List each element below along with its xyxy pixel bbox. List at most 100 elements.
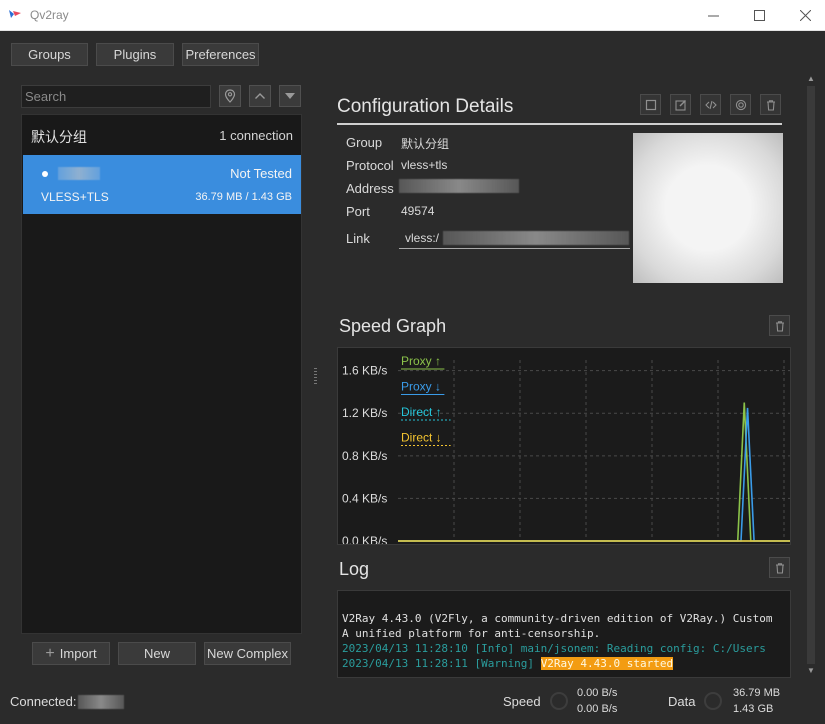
target-icon (735, 99, 746, 110)
group-connection-count: 1 connection (219, 128, 293, 143)
link-label: Link (346, 231, 370, 246)
plus-icon: + (45, 644, 55, 662)
trash-icon (766, 99, 775, 111)
config-details-title: Configuration Details (337, 96, 514, 117)
scrollbar-thumb[interactable] (807, 86, 815, 664)
maximize-icon (753, 10, 765, 21)
log-line: V2Ray 4.43.0 (V2Fly, a community-driven … (342, 612, 773, 625)
group-label: Group (346, 135, 383, 150)
plugins-button[interactable]: Plugins (96, 43, 174, 66)
legend-entry: Proxy ↑ (401, 354, 441, 368)
close-icon (799, 10, 811, 21)
connection-data-usage: 36.79 MB / 1.43 GB (195, 191, 292, 203)
new-complex-button[interactable]: New Complex (204, 642, 291, 665)
log-output[interactable]: V2Ray 4.43.0 (V2Fly, a community-driven … (337, 590, 791, 678)
search-input[interactable]: Search (21, 85, 211, 108)
groups-button[interactable]: Groups (11, 43, 88, 66)
connected-name-redacted (78, 695, 124, 709)
code-icon (704, 100, 717, 109)
connected-indicator-icon (42, 171, 48, 177)
delete-button[interactable] (760, 94, 781, 115)
port-label: Port (346, 204, 370, 219)
y-tick-label: 0.0 KB/s (342, 534, 387, 544)
edit-icon (674, 99, 686, 111)
speed-icon (550, 692, 568, 710)
minimize-button[interactable] (690, 0, 736, 31)
stop-icon (645, 99, 656, 110)
speed-chart-svg: 1.6 KB/s 1.2 KB/s 0.8 KB/s 0.4 KB/s 0.0 KB/s… (342, 354, 790, 548)
log-highlight: V2Ray 4.43.0 started (540, 657, 674, 670)
connection-item[interactable]: Not Tested VLESS+TLS 36.79 MB / 1.43 GB (23, 155, 301, 214)
connected-label: Connected: (10, 694, 77, 709)
clear-graph-button[interactable] (769, 315, 790, 336)
stop-button[interactable] (640, 94, 661, 115)
share-link-text: vless:/ (405, 231, 440, 245)
data-down-value: 1.43 GB (733, 703, 774, 715)
sort-up-button[interactable] (249, 85, 271, 107)
window-title: Qv2ray (30, 8, 69, 22)
speed-down-value: 0.00 B/s (577, 703, 618, 715)
address-label: Address (346, 181, 394, 196)
edit-button[interactable] (670, 94, 691, 115)
preferences-button[interactable]: Preferences (182, 43, 259, 66)
log-title: Log (339, 559, 370, 579)
speed-up-value: 0.00 B/s (577, 687, 618, 699)
speed-graph-chart: 1.6 KB/s 1.2 KB/s 0.8 KB/s 0.4 KB/s 0.0 KB/s… (337, 347, 791, 548)
series-line (398, 402, 790, 542)
legend-entry: Proxy ↓ (401, 380, 441, 394)
location-pin-icon (224, 89, 236, 103)
clear-log-button[interactable] (769, 557, 790, 578)
scroll-up-arrow-icon[interactable]: ▲ (806, 74, 816, 84)
import-button-label: Import (59, 646, 97, 661)
share-link-field[interactable]: vless:/ (399, 228, 630, 249)
log-line: A unified platform for anti-censorship. (342, 627, 601, 640)
data-icon (704, 692, 722, 710)
speed-graph-title: Speed Graph (339, 316, 447, 336)
connection-latency-status: Not Tested (230, 166, 292, 181)
qv2ray-logo-icon (9, 10, 21, 18)
chevron-down-icon (285, 93, 295, 99)
series-line (398, 407, 790, 542)
share-link-redacted (443, 231, 629, 245)
maximize-button[interactable] (736, 0, 782, 31)
title-bar: Qv2ray (0, 0, 825, 31)
trash-icon (775, 320, 784, 332)
minimize-icon (707, 15, 719, 17)
data-up-value: 36.79 MB (733, 687, 781, 699)
edit-json-button[interactable] (700, 94, 721, 115)
data-label: Data (668, 694, 696, 709)
title-underline (337, 123, 782, 125)
locate-button[interactable] (219, 85, 241, 107)
connection-name-redacted (58, 167, 100, 180)
address-value-redacted (399, 179, 519, 193)
connection-list[interactable]: 默认分组 1 connection Not Tested VLESS+TLS 3… (21, 114, 302, 634)
panel-splitter-handle[interactable] (314, 368, 317, 384)
close-button[interactable] (782, 0, 825, 31)
port-value: 49574 (401, 204, 435, 218)
protocol-label: Protocol (346, 158, 394, 173)
legend-entry: Direct ↑ (401, 405, 442, 419)
y-tick-label: 1.6 KB/s (342, 364, 387, 378)
y-tick-label: 0.4 KB/s (342, 491, 387, 505)
new-button[interactable]: New (118, 642, 196, 665)
chevron-up-icon (255, 93, 265, 99)
y-tick-label: 0.8 KB/s (342, 449, 387, 463)
scroll-down-arrow-icon[interactable]: ▼ (806, 666, 816, 676)
log-line-prefix: 2023/04/13 11:28:11 [Warning] (342, 657, 541, 670)
group-value: 默认分组 (401, 137, 450, 151)
group-header[interactable]: 默认分组 1 connection (22, 115, 301, 155)
legend-entry: Direct ↓ (401, 431, 442, 445)
protocol-value: vless+tls (401, 158, 448, 172)
details-scrollbar[interactable]: ▲ ▼ (804, 72, 818, 677)
trash-icon (775, 562, 784, 574)
y-tick-label: 1.2 KB/s (342, 406, 387, 420)
log-line: 2023/04/13 11:28:11 [Warning] V2Ray 4.43… (342, 657, 674, 670)
connection-protocol: VLESS+TLS (41, 190, 109, 204)
import-button[interactable]: + Import (32, 642, 110, 665)
qr-code-image (633, 133, 783, 283)
share-qr-button[interactable] (730, 94, 751, 115)
sort-down-button[interactable] (279, 85, 301, 107)
group-name: 默认分组 (31, 129, 87, 145)
log-line: 2023/04/13 11:28:10 [Info] main/jsonem: … (342, 642, 766, 655)
speed-label: Speed (503, 694, 541, 709)
